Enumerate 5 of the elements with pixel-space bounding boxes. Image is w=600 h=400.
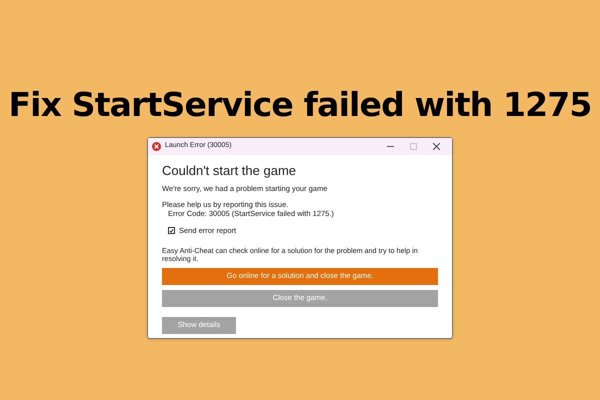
- error-icon: [152, 142, 161, 150]
- dialog-heading: Couldn't start the game: [162, 162, 297, 180]
- close-icon[interactable]: [433, 142, 440, 150]
- headline: Fix StartService failed with 1275: [8, 84, 592, 126]
- send-report-checkbox[interactable]: [168, 227, 175, 234]
